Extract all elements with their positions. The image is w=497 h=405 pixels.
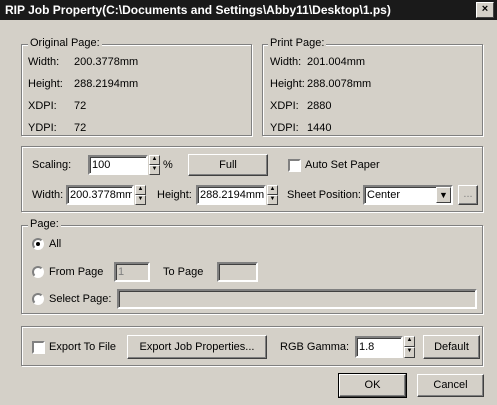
spin-down-icon[interactable]: ▼ <box>404 347 415 358</box>
print-ydpi-value: 1440 <box>307 122 332 134</box>
original-xdpi-value: 72 <box>74 100 87 112</box>
scale-height-input[interactable]: 288.2194mm <box>196 185 266 205</box>
title-bar[interactable]: RIP Job Property(C:\Documents and Settin… <box>0 0 497 20</box>
original-xdpi-label: XDPI: <box>28 100 57 112</box>
scaling-label: Scaling: <box>32 159 72 171</box>
window-title: RIP Job Property(C:\Documents and Settin… <box>5 3 391 17</box>
export-to-file-checkbox[interactable] <box>32 341 45 354</box>
scaling-spinner[interactable]: ▲ ▼ <box>149 155 160 175</box>
print-height-value: 288.0078mm <box>307 78 372 90</box>
print-page-legend: Print Page: <box>268 37 327 49</box>
cancel-button[interactable]: Cancel <box>417 374 484 397</box>
sheet-position-more-button[interactable]: ... <box>458 185 478 205</box>
original-ydpi-label: YDPI: <box>28 122 57 134</box>
print-xdpi-value: 2880 <box>307 100 332 112</box>
full-button[interactable]: Full <box>188 154 268 176</box>
scaling-input[interactable]: 100 <box>88 155 148 175</box>
original-width-label: Width: <box>28 56 60 68</box>
scaling-unit: % <box>163 159 173 171</box>
print-width-value: 201.004mm <box>307 56 366 68</box>
original-page-legend: Original Page: <box>28 37 102 49</box>
radio-all[interactable] <box>32 238 44 250</box>
spin-up-icon[interactable]: ▲ <box>135 185 146 195</box>
to-page-label: To Page <box>163 266 204 278</box>
original-ydpi-value: 72 <box>74 122 87 134</box>
scale-width-input[interactable]: 200.3778mm <box>66 185 134 205</box>
radio-select-page[interactable] <box>32 293 44 305</box>
rgb-gamma-label: RGB Gamma: <box>280 341 350 353</box>
select-page-label: Select Page: <box>49 293 112 305</box>
from-page-input[interactable]: 1 <box>114 262 150 282</box>
radio-all-label: All <box>49 238 62 250</box>
close-button[interactable]: × <box>476 2 494 18</box>
page-legend: Page: <box>28 218 61 230</box>
sheet-position-label: Sheet Position: <box>287 189 361 201</box>
scale-height-label: Height: <box>157 189 192 201</box>
export-job-properties-button[interactable]: Export Job Properties... <box>127 335 267 359</box>
chevron-down-icon: ▼ <box>439 190 448 200</box>
scale-width-label: Width: <box>32 189 64 201</box>
spin-up-icon[interactable]: ▲ <box>267 185 278 195</box>
auto-set-paper-label: Auto Set Paper <box>305 159 380 171</box>
scale-height-spinner[interactable]: ▲ ▼ <box>267 185 278 205</box>
from-page-label: From Page <box>49 266 104 278</box>
print-ydpi-label: YDPI: <box>270 122 299 134</box>
scale-width-spinner[interactable]: ▲ ▼ <box>135 185 146 205</box>
ok-button[interactable]: OK <box>338 373 407 398</box>
original-height-label: Height: <box>28 78 63 90</box>
spin-down-icon[interactable]: ▼ <box>267 195 278 205</box>
spin-up-icon[interactable]: ▲ <box>404 336 415 347</box>
close-icon: × <box>481 3 489 15</box>
auto-set-paper-checkbox[interactable] <box>288 159 301 172</box>
original-width-value: 200.3778mm <box>74 56 139 68</box>
original-height-value: 288.2194mm <box>74 78 139 90</box>
rgb-gamma-input[interactable]: 1.8 <box>355 336 403 358</box>
rgb-gamma-spinner[interactable]: ▲ ▼ <box>404 336 415 358</box>
sheet-position-dropdown[interactable]: ▼ <box>436 187 451 203</box>
export-to-file-label: Export To File <box>49 341 117 353</box>
select-page-input[interactable] <box>117 289 477 309</box>
to-page-input[interactable] <box>217 262 258 282</box>
spin-down-icon[interactable]: ▼ <box>135 195 146 205</box>
print-xdpi-label: XDPI: <box>270 100 299 112</box>
radio-from-page[interactable] <box>32 266 44 278</box>
print-width-label: Width: <box>270 56 302 68</box>
print-height-label: Height: <box>270 78 305 90</box>
spin-down-icon[interactable]: ▼ <box>149 165 160 175</box>
spin-up-icon[interactable]: ▲ <box>149 155 160 165</box>
default-button[interactable]: Default <box>423 335 480 359</box>
